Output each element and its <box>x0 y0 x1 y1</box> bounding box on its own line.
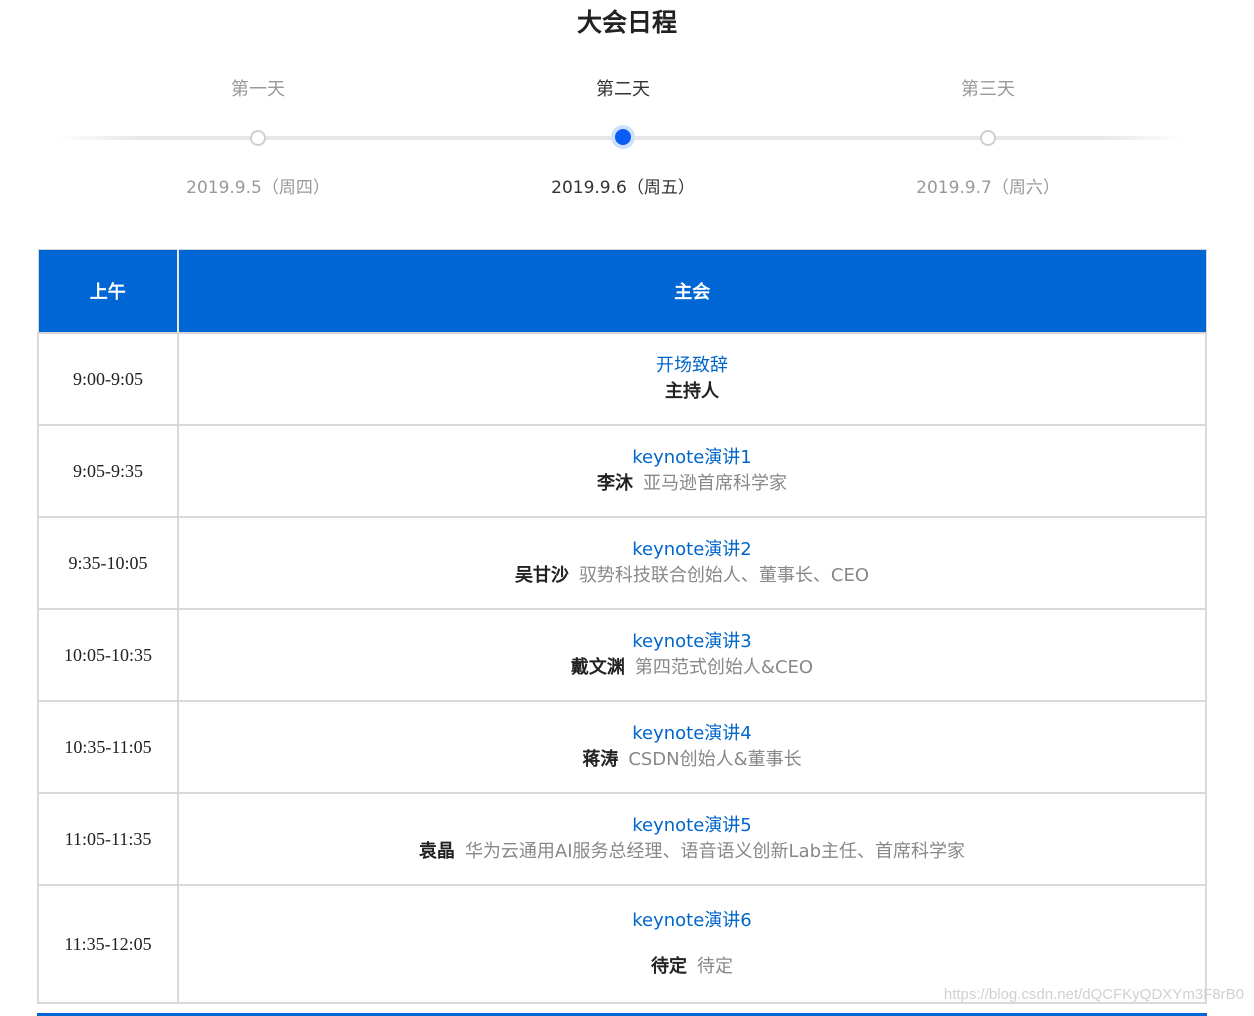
page-title: 大会日程 <box>576 8 677 37</box>
day-name: 第一天 <box>231 79 285 100</box>
speaker-role: 亚马逊首席科学家 <box>643 473 787 494</box>
session-cell: keynote演讲2 吴甘沙 驭势科技联合创始人、董事长、CEO <box>177 516 1207 610</box>
speaker-role: 华为云通用AI服务总经理、语音语义创新Lab主任、首席科学家 <box>464 841 966 862</box>
day-name: 第二天 <box>596 79 650 100</box>
time-cell: 10:05-10:35 <box>37 608 179 702</box>
speaker-name: 待定 <box>651 956 687 977</box>
talk-title[interactable]: keynote演讲6 <box>179 908 1205 934</box>
table-row: 9:35-10:05 keynote演讲2 吴甘沙 驭势科技联合创始人、董事长、C… <box>37 516 1207 610</box>
speaker-name: 吴甘沙 <box>514 565 569 586</box>
header-time: 上午 <box>37 249 179 334</box>
table-row: 11:05-11:35 keynote演讲5 袁晶 华为云通用AI服务总经理、语音… <box>37 792 1207 886</box>
speaker-line: 蒋涛 CSDN创始人&董事长 <box>179 747 1205 773</box>
day-tab-1[interactable]: 第一天 2019.9.5（周四） <box>158 70 358 210</box>
day-date: 2019.9.6（周五） <box>551 178 695 198</box>
session-cell: keynote演讲5 袁晶 华为云通用AI服务总经理、语音语义创新Lab主任、首席… <box>177 792 1207 886</box>
timeline-dot[interactable] <box>980 130 996 146</box>
time-cell: 11:35-12:05 <box>37 884 179 1004</box>
schedule-table: 上午 主会 9:00-9:05 开场致辞 主持人 9:05-9:35 keyno… <box>37 249 1207 1004</box>
speaker-name: 袁晶 <box>418 841 455 862</box>
day-tab-2[interactable]: 第二天 2019.9.6（周五） <box>523 70 723 210</box>
header-main: 主会 <box>177 249 1207 334</box>
talk-title[interactable]: 开场致辞 <box>179 353 1205 379</box>
talk-title[interactable]: keynote演讲5 <box>179 813 1205 839</box>
talk-title[interactable]: keynote演讲1 <box>179 445 1205 471</box>
speaker-name: 戴文渊 <box>570 657 625 678</box>
talk-title[interactable]: keynote演讲2 <box>179 537 1205 563</box>
table-row: 9:05-9:35 keynote演讲1 李沐 亚马逊首席科学家 <box>37 424 1207 518</box>
speaker-name: 蒋涛 <box>582 749 619 770</box>
time-cell: 10:35-11:05 <box>37 700 179 794</box>
day-name: 第三天 <box>961 79 1015 100</box>
session-cell: keynote演讲4 蒋涛 CSDN创始人&董事长 <box>177 700 1207 794</box>
time-cell: 9:05-9:35 <box>37 424 179 518</box>
speaker-role: CSDN创始人&董事长 <box>628 749 802 770</box>
time-cell: 9:00-9:05 <box>37 332 179 426</box>
time-cell: 9:35-10:05 <box>37 516 179 610</box>
timeline-dot[interactable] <box>250 130 266 146</box>
table-header-row: 上午 主会 <box>37 249 1207 334</box>
day-tab-3[interactable]: 第三天 2019.9.7（周六） <box>888 70 1088 210</box>
speaker-role: 驭势科技联合创始人、董事长、CEO <box>578 565 870 586</box>
watermark: https://blog.csdn.net/dQCFKyQDXYm3F8rB0 <box>943 986 1244 1003</box>
table-row: 9:00-9:05 开场致辞 主持人 <box>37 332 1207 426</box>
session-cell: 开场致辞 主持人 <box>177 332 1207 426</box>
speaker-name: 李沐 <box>597 473 633 494</box>
day-date: 2019.9.5（周四） <box>186 178 330 198</box>
session-cell: keynote演讲1 李沐 亚马逊首席科学家 <box>177 424 1207 518</box>
time-cell: 11:05-11:35 <box>37 792 179 886</box>
talk-title[interactable]: keynote演讲4 <box>179 721 1205 747</box>
speaker-role: 待定 <box>697 956 733 977</box>
speaker-line: 戴文渊 第四范式创始人&CEO <box>179 655 1205 681</box>
talk-title[interactable]: keynote演讲3 <box>179 629 1205 655</box>
timeline-dot-active[interactable] <box>611 125 635 149</box>
table-row: 10:05-10:35 keynote演讲3 戴文渊 第四范式创始人&CEO <box>37 608 1207 702</box>
day-date: 2019.9.7（周六） <box>916 178 1060 198</box>
speaker-role: 第四范式创始人&CEO <box>634 657 814 678</box>
speaker-line: 袁晶 华为云通用AI服务总经理、语音语义创新Lab主任、首席科学家 <box>179 839 1205 865</box>
speaker-line: 主持人 <box>179 379 1205 405</box>
speaker-line: 待定 待定 <box>179 954 1205 980</box>
speaker-line: 吴甘沙 驭势科技联合创始人、董事长、CEO <box>179 563 1205 589</box>
speaker-name: 主持人 <box>665 381 719 402</box>
table-row: 10:35-11:05 keynote演讲4 蒋涛 CSDN创始人&董事长 <box>37 700 1207 794</box>
session-cell: keynote演讲3 戴文渊 第四范式创始人&CEO <box>177 608 1207 702</box>
speaker-line: 李沐 亚马逊首席科学家 <box>179 471 1205 497</box>
